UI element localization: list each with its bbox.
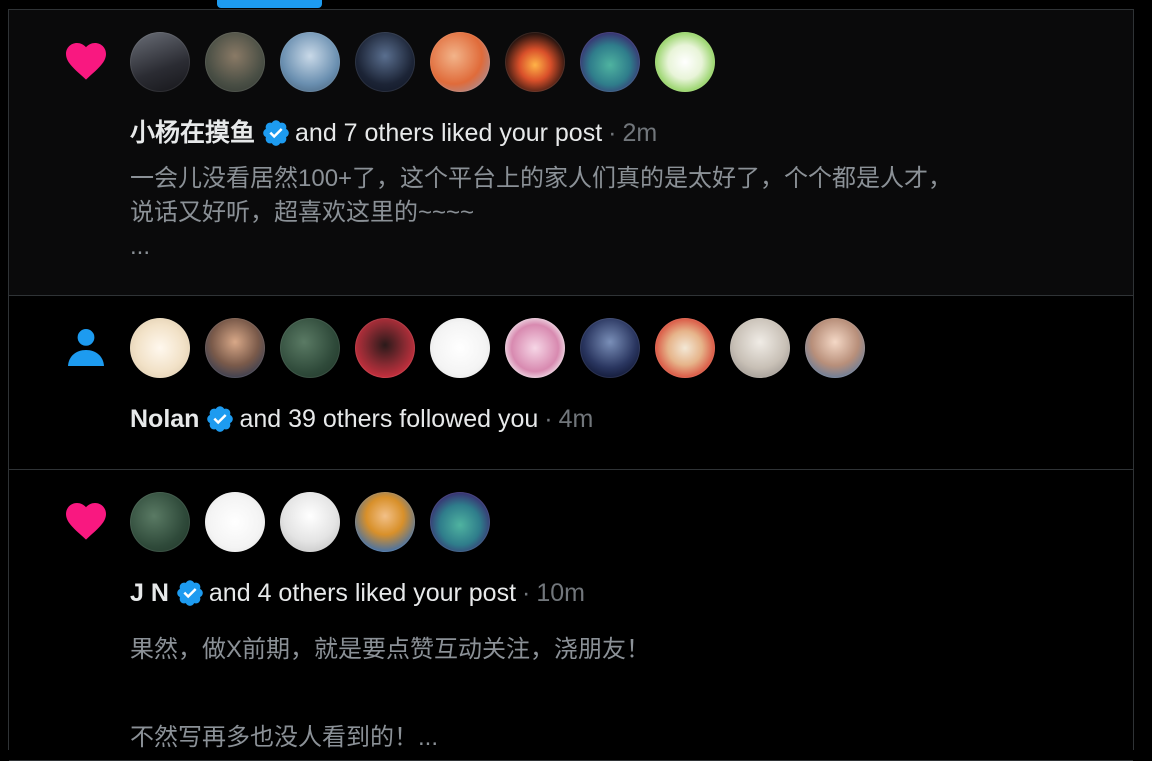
verified-badge-icon: [175, 578, 205, 608]
avatar-green-texture[interactable]: [280, 318, 340, 378]
avatar-red-hood[interactable]: [355, 318, 415, 378]
avatar-straw-hat[interactable]: [355, 492, 415, 552]
avatar-doodle-face[interactable]: [430, 318, 490, 378]
avatar-green-dinosaur[interactable]: [430, 492, 490, 552]
avatar-green-texture[interactable]: [130, 492, 190, 552]
avatar-green-dinosaur[interactable]: [580, 32, 640, 92]
notification-headline: 小杨在摸鱼 and 7 others liked your post · 2m: [130, 116, 657, 150]
notifications-feed: 小杨在摸鱼 and 7 others liked your post · 2m …: [8, 9, 1134, 761]
avatar-sketch-anime[interactable]: [280, 492, 340, 552]
avatar-row: [130, 492, 490, 552]
notification-item[interactable]: J N and 4 others liked your post · 10m 果…: [9, 470, 1133, 761]
notification-item[interactable]: 小杨在摸鱼 and 7 others liked your post · 2m …: [9, 10, 1133, 296]
user-name[interactable]: Nolan: [130, 402, 199, 436]
timestamp[interactable]: 10m: [536, 576, 585, 610]
user-name[interactable]: 小杨在摸鱼: [130, 116, 255, 150]
heart-icon: [62, 497, 110, 545]
avatar-white-hair[interactable]: [730, 318, 790, 378]
heart-icon: [62, 37, 110, 85]
timestamp[interactable]: 2m: [622, 116, 657, 150]
separator-dot: ·: [522, 579, 531, 607]
notification-action: and 4 others liked your post: [208, 579, 517, 607]
notification-headline: Nolan and 39 others followed you · 4m: [130, 402, 593, 436]
avatar-man-suit[interactable]: [205, 318, 265, 378]
avatar-anime-girl-blue[interactable]: [280, 32, 340, 92]
avatar-man-at-desk[interactable]: [130, 32, 190, 92]
avatar-bald-man[interactable]: [205, 32, 265, 92]
avatar-campfire[interactable]: [505, 32, 565, 92]
notification-item[interactable]: Nolan and 39 others followed you · 4m: [9, 296, 1133, 470]
avatar-anime-man-dark[interactable]: [355, 32, 415, 92]
user-name[interactable]: J N: [130, 576, 169, 610]
notification-action: and 7 others liked your post: [295, 119, 603, 147]
avatar-red-penguin[interactable]: [655, 318, 715, 378]
verified-badge-icon: [261, 118, 291, 148]
active-tab-indicator: [217, 0, 322, 8]
timestamp[interactable]: 4m: [559, 402, 594, 436]
avatar-orange-hair-girl[interactable]: [430, 32, 490, 92]
avatar-pink-anime[interactable]: [505, 318, 565, 378]
post-preview-text: 果然，做X前期，就是要点赞互动关注，浇朋友！ 不然写再多也没人看到的！...: [130, 636, 651, 751]
notification-action: and 39 others followed you: [239, 405, 539, 433]
avatar-cartoon-cow[interactable]: [130, 318, 190, 378]
avatar-night-portrait[interactable]: [580, 318, 640, 378]
avatar-snoopy-coins[interactable]: [655, 32, 715, 92]
separator-dot: ·: [608, 119, 617, 147]
avatar-row: [130, 318, 865, 378]
avatar-doodle-face[interactable]: [205, 492, 265, 552]
avatar-row: [130, 32, 715, 92]
separator-dot: ·: [544, 405, 553, 433]
verified-badge-icon: [205, 404, 235, 434]
notification-headline: J N and 4 others liked your post · 10m: [130, 576, 585, 610]
avatar-woman-lake[interactable]: [805, 318, 865, 378]
person-icon: [62, 323, 110, 371]
post-preview-text: 一会儿没看居然100+了，这个平台上的家人们真的是太好了，个个都是人才， 说话又…: [130, 165, 953, 260]
